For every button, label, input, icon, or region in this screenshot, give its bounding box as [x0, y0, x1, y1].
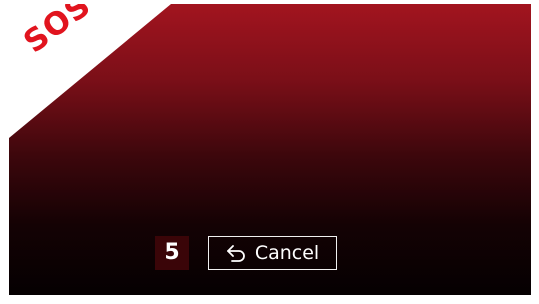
countdown-timer: 5	[155, 236, 189, 270]
cancel-label: Cancel	[254, 241, 320, 264]
sos-screen: SOS 5 Cancel	[9, 4, 531, 295]
cancel-button[interactable]: Cancel	[208, 236, 337, 270]
undo-arrow-icon	[226, 245, 245, 262]
